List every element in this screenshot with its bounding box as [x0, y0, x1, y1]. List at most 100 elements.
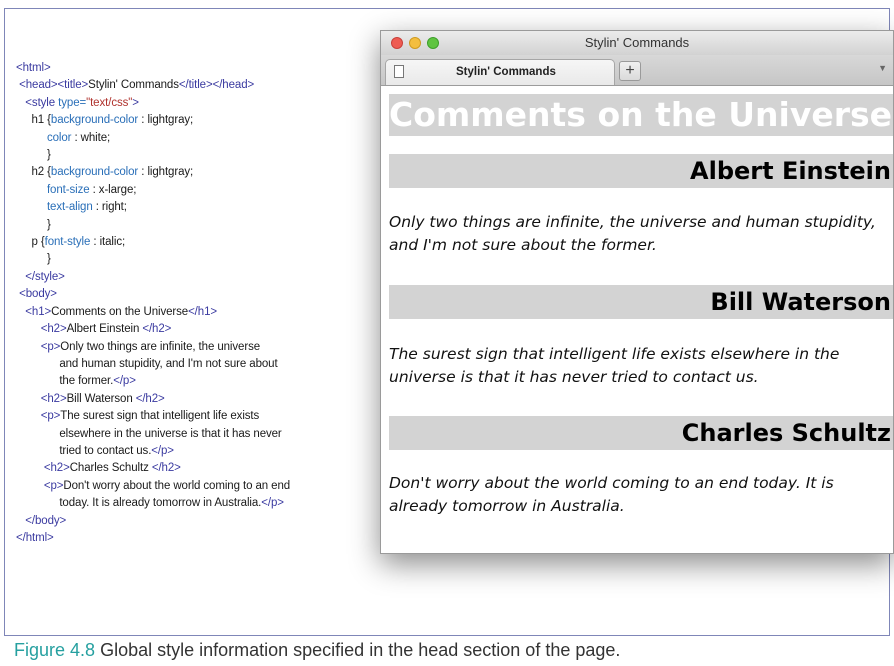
code-line: </body>	[16, 513, 290, 530]
code-line: p {font-style : italic;	[16, 234, 290, 251]
code-token: }	[16, 218, 51, 231]
code-token: <p>	[40, 410, 61, 423]
code-token: </p>	[261, 497, 284, 510]
code-token: <h1>	[25, 305, 52, 318]
code-token: Comments on the Universe	[51, 305, 189, 318]
code-token: >	[132, 96, 139, 109]
code-token: Don't worry about the world coming to an…	[63, 479, 291, 492]
code-token: </body>	[25, 514, 67, 527]
code-token: Stylin' Commands	[88, 79, 179, 92]
code-token: </h2>	[135, 392, 165, 405]
code-token: <h2>	[43, 462, 70, 475]
code-token: p {	[16, 236, 45, 249]
code-line: }	[16, 251, 290, 268]
code-token: </html>	[16, 531, 54, 544]
code-token: elsewhere in the universe is that it has…	[16, 427, 282, 440]
code-token: type=	[58, 96, 87, 109]
code-token: : x-large;	[89, 183, 137, 196]
caption-text: Global style information specified in th…	[100, 640, 621, 660]
code-token: </p>	[151, 444, 174, 457]
code-line: and human stupidity, and I'm not sure ab…	[16, 356, 290, 373]
code-token: <p>	[43, 479, 64, 492]
code-line: <body>	[16, 286, 290, 303]
code-token: </style>	[25, 270, 65, 283]
code-token: background-color	[50, 114, 139, 127]
code-token: background-color	[50, 166, 139, 179]
code-line: </html>	[16, 530, 290, 547]
code-token: </h2>	[151, 462, 181, 475]
code-token: <p>	[40, 340, 61, 353]
code-token: color	[46, 131, 72, 144]
code-token: }	[16, 149, 51, 162]
code-line: tried to contact us.</p>	[16, 443, 290, 460]
section-heading: Charles Schultz	[389, 416, 893, 450]
code-line: }	[16, 147, 290, 164]
code-token: </h2>	[142, 323, 172, 336]
page-heading: Comments on the Universe	[389, 94, 893, 136]
code-line: <h2>Charles Schultz </h2>	[16, 460, 290, 477]
section-paragraph: The surest sign that intelligent life ex…	[389, 345, 840, 386]
code-token: <style	[25, 96, 59, 109]
section-paragraph: Only two things are infinite, the univer…	[389, 213, 876, 254]
code-token: </h1>	[188, 305, 217, 318]
figure-caption: Figure 4.8 Global style information spec…	[14, 640, 620, 661]
code-token: Only two things are infinite, the univer…	[60, 340, 261, 353]
code-line: <h2>Albert Einstein </h2>	[16, 321, 290, 338]
tab-stylin-commands[interactable]: Stylin' Commands	[385, 59, 615, 85]
code-line: color : white;	[16, 130, 290, 147]
code-token: font-size	[46, 183, 90, 196]
window-title: Stylin' Commands	[584, 35, 690, 50]
code-line: <h1>Comments on the Universe</h1>	[16, 304, 290, 321]
code-line: <h2>Bill Waterson </h2>	[16, 391, 290, 408]
code-token: <h2>	[40, 392, 67, 405]
code-line: <html>	[16, 60, 290, 77]
code-line: </style>	[16, 269, 290, 286]
code-token: tried to contact us.	[16, 444, 152, 457]
section-paragraph: Don't worry about the world coming to an…	[389, 474, 834, 515]
section-heading: Bill Waterson	[389, 285, 893, 319]
chevron-down-icon[interactable]: ▼	[878, 63, 887, 73]
code-token: : lightgray;	[138, 166, 194, 179]
code-line: <p>The surest sign that intelligent life…	[16, 408, 290, 425]
code-line: today. It is already tomorrow in Austral…	[16, 495, 290, 512]
code-token: h2 {	[16, 166, 51, 179]
code-token: : white;	[71, 131, 111, 144]
tab-bar: Stylin' Commands + ▼	[381, 55, 893, 86]
new-tab-button[interactable]: +	[619, 61, 641, 81]
code-line: <p>Only two things are infinite, the uni…	[16, 339, 290, 356]
code-token: font-style	[44, 236, 91, 249]
tab-label: Stylin' Commands	[456, 66, 556, 78]
code-token: the former.	[16, 375, 114, 388]
rendered-page: Comments on the Universe Albert Einstein…	[381, 86, 893, 553]
code-token: today. It is already tomorrow in Austral…	[16, 497, 262, 510]
figure-label: Figure 4.8	[14, 640, 96, 660]
code-token: : italic;	[90, 236, 126, 249]
code-token: h1 {	[16, 114, 51, 127]
code-token: Charles Schultz	[69, 462, 152, 475]
code-token: The surest sign that intelligent life ex…	[60, 410, 260, 423]
code-token: Bill Waterson	[66, 392, 136, 405]
html-source-listing: <html> <head><title>Stylin' Commands</ti…	[16, 60, 290, 547]
code-line: <head><title>Stylin' Commands</title></h…	[16, 77, 290, 94]
code-line: the former.</p>	[16, 373, 290, 390]
code-token: <html>	[16, 62, 51, 74]
code-line: h1 {background-color : lightgray;	[16, 112, 290, 129]
code-line: elsewhere in the universe is that it has…	[16, 426, 290, 443]
section-heading: Albert Einstein	[389, 154, 893, 188]
code-token: }	[16, 253, 51, 266]
code-token: text-align	[46, 201, 93, 214]
code-line: font-size : x-large;	[16, 182, 290, 199]
code-token: </p>	[113, 375, 136, 388]
